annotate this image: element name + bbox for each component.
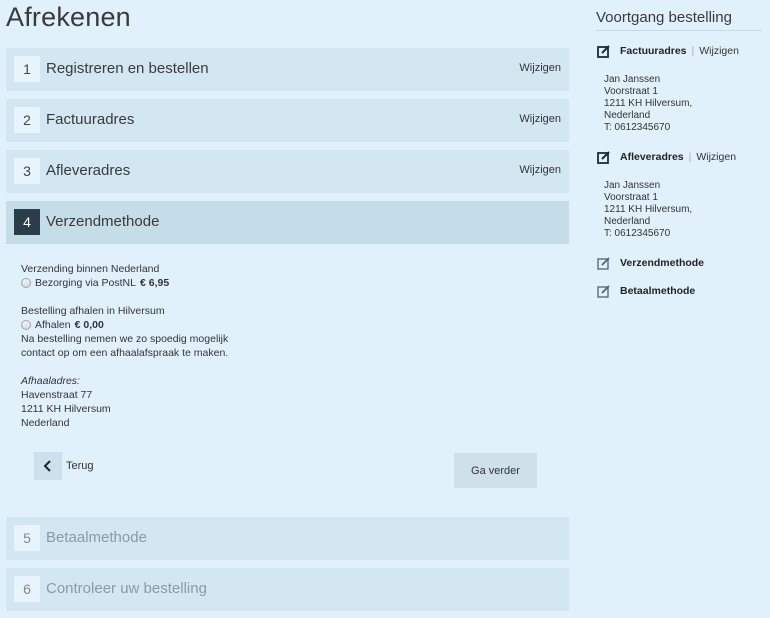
sidebar-address-factuur: Jan Janssen Voorstraat 1 1211 KH Hilvers… [604, 74, 692, 134]
pickup-address-line: Havenstraat 77 [21, 389, 93, 401]
postnl-radio[interactable] [21, 278, 31, 288]
pickup-label: Afhalen [35, 319, 71, 331]
pickup-note: contact op om een afhaalafspraak te make… [21, 347, 229, 359]
sidebar-divider [596, 30, 762, 31]
step-title: Verzendmethode [46, 213, 160, 230]
step-title: Registreren en bestellen [46, 60, 209, 77]
address-line: Jan Janssen [604, 74, 661, 85]
pencil-icon [597, 285, 610, 298]
edit-icon [597, 151, 610, 164]
next-button[interactable]: Ga verder [454, 453, 537, 488]
sidebar-edit-link[interactable]: Wijzigen [699, 45, 739, 57]
step-afleveradres[interactable]: 3 Afleveradres Wijzigen [6, 150, 569, 193]
step-edit-link[interactable]: Wijzigen [519, 113, 561, 125]
step-edit-link[interactable]: Wijzigen [519, 164, 561, 176]
sidebar-address-aflever: Jan Janssen Voorstraat 1 1211 KH Hilvers… [604, 180, 692, 240]
step-title: Factuuradres [46, 111, 135, 128]
pickup-note: Na bestelling nemen we zo spoedig mogeli… [21, 333, 229, 345]
sidebar-section-betaalmethode: Betaalmethode [597, 284, 695, 298]
edit-icon [597, 45, 610, 58]
step-controleer: 6 Controleer uw bestelling [6, 568, 569, 611]
pickup-price: € 0,00 [74, 319, 104, 331]
chevron-left-icon [43, 460, 51, 472]
pickup-radio[interactable] [21, 320, 31, 330]
address-line: 1211 KH Hilversum, [604, 98, 693, 109]
pickup-address-label: Afhaaladres: [21, 375, 80, 387]
address-line: Nederland [604, 216, 651, 227]
sidebar-section-label: Afleveradres [620, 151, 684, 163]
address-line: T: 0612345670 [604, 228, 671, 239]
sidebar-section-afleveradres: Afleveradres | Wijzigen [597, 150, 736, 164]
page-title: Afrekenen [6, 2, 131, 32]
sidebar-section-verzendmethode: Verzendmethode [597, 256, 704, 270]
sidebar-title: Voortgang bestelling [596, 9, 732, 26]
step-number: 6 [14, 576, 40, 602]
step-number: 1 [14, 56, 40, 82]
step-edit-link[interactable]: Wijzigen [519, 62, 561, 74]
step-number: 3 [14, 158, 40, 184]
shipping-options: Verzending binnen Nederland Bezorging vi… [21, 262, 228, 444]
step-verzendmethode: 4 Verzendmethode [6, 201, 569, 244]
sidebar-section-label: Verzendmethode [620, 257, 705, 269]
postnl-price: € 6,95 [139, 277, 170, 289]
back-button[interactable] [34, 452, 62, 480]
pickup-address-line: 1211 KH Hilversum [21, 403, 111, 415]
address-line: T: 0612345670 [604, 122, 671, 133]
step-title: Betaalmethode [46, 529, 147, 546]
shipping-option-pickup[interactable]: Afhalen € 0,00 [21, 318, 228, 332]
step-number: 2 [14, 107, 40, 133]
step-factuuradres[interactable]: 2 Factuuradres Wijzigen [6, 99, 569, 142]
separator: | [688, 151, 692, 163]
sidebar-section-label: Betaalmethode [620, 285, 696, 297]
shipping-nl-heading: Verzending binnen Nederland [21, 263, 160, 275]
address-line: Voorstraat 1 [604, 86, 658, 97]
back-label[interactable]: Terug [66, 460, 94, 472]
sidebar-section-label: Factuuradres [620, 45, 687, 57]
pencil-icon [597, 257, 610, 270]
shipping-option-postnl[interactable]: Bezorging via PostNL € 6,95 [21, 276, 228, 290]
address-line: Jan Janssen [604, 180, 661, 191]
postnl-label: Bezorging via PostNL [35, 277, 136, 289]
step-number: 4 [14, 209, 40, 235]
step-number: 5 [14, 525, 40, 551]
sidebar-edit-link[interactable]: Wijzigen [696, 151, 736, 163]
address-line: Nederland [604, 110, 651, 121]
step-registreren[interactable]: 1 Registreren en bestellen Wijzigen [6, 48, 569, 91]
step-betaalmethode: 5 Betaalmethode [6, 517, 569, 560]
separator: | [691, 45, 695, 57]
address-line: 1211 KH Hilversum, [604, 204, 693, 215]
pickup-address-line: Nederland [21, 417, 70, 429]
sidebar-section-factuuradres: Factuuradres | Wijzigen [597, 44, 739, 58]
step-title: Afleveradres [46, 162, 131, 179]
pickup-heading: Bestelling afhalen in Hilversum [21, 305, 165, 317]
step-title: Controleer uw bestelling [46, 580, 207, 597]
address-line: Voorstraat 1 [604, 192, 658, 203]
